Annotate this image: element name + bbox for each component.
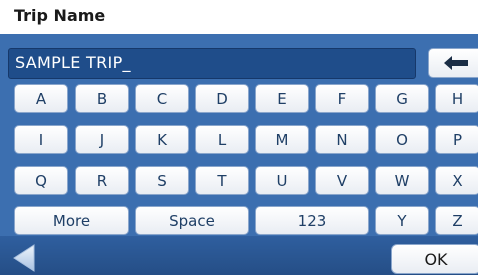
key-q[interactable]: Q bbox=[14, 166, 68, 195]
key-m[interactable]: M bbox=[255, 125, 309, 154]
key-i[interactable]: I bbox=[14, 125, 68, 154]
key-x[interactable]: X bbox=[435, 166, 478, 195]
key-g[interactable]: G bbox=[375, 84, 429, 113]
key-w[interactable]: W bbox=[375, 166, 429, 195]
key-more[interactable]: More bbox=[14, 206, 129, 235]
key-h[interactable]: H bbox=[435, 84, 478, 113]
backspace-button[interactable] bbox=[428, 48, 478, 78]
key-n[interactable]: N bbox=[315, 125, 369, 154]
key-f[interactable]: F bbox=[315, 84, 369, 113]
trip-name-value: SAMPLE TRIP_ bbox=[15, 53, 131, 72]
key-y[interactable]: Y bbox=[375, 206, 429, 235]
key-o[interactable]: O bbox=[375, 125, 429, 154]
back-button[interactable] bbox=[10, 243, 40, 273]
key-e[interactable]: E bbox=[255, 84, 309, 113]
key-c[interactable]: C bbox=[135, 84, 189, 113]
key-u[interactable]: U bbox=[255, 166, 309, 195]
key-space[interactable]: Space bbox=[135, 206, 249, 235]
trip-name-input[interactable]: SAMPLE TRIP_ bbox=[8, 48, 416, 79]
key-k[interactable]: K bbox=[135, 125, 189, 154]
key-l[interactable]: L bbox=[195, 125, 249, 154]
key-v[interactable]: V bbox=[315, 166, 369, 195]
ok-button[interactable]: OK bbox=[391, 244, 478, 274]
page-title: Trip Name bbox=[14, 6, 106, 25]
key-b[interactable]: B bbox=[75, 84, 129, 113]
key-a[interactable]: A bbox=[14, 84, 68, 113]
key-j[interactable]: J bbox=[75, 125, 129, 154]
back-triangle-icon bbox=[13, 244, 35, 272]
key-r[interactable]: R bbox=[75, 166, 129, 195]
key-123[interactable]: 123 bbox=[255, 206, 369, 235]
key-d[interactable]: D bbox=[195, 84, 249, 113]
backspace-arrow-icon bbox=[444, 56, 468, 70]
title-bar: Trip Name bbox=[0, 0, 478, 36]
key-z[interactable]: Z bbox=[435, 206, 478, 235]
key-s[interactable]: S bbox=[135, 166, 189, 195]
key-p[interactable]: P bbox=[435, 125, 478, 154]
key-t[interactable]: T bbox=[195, 166, 249, 195]
